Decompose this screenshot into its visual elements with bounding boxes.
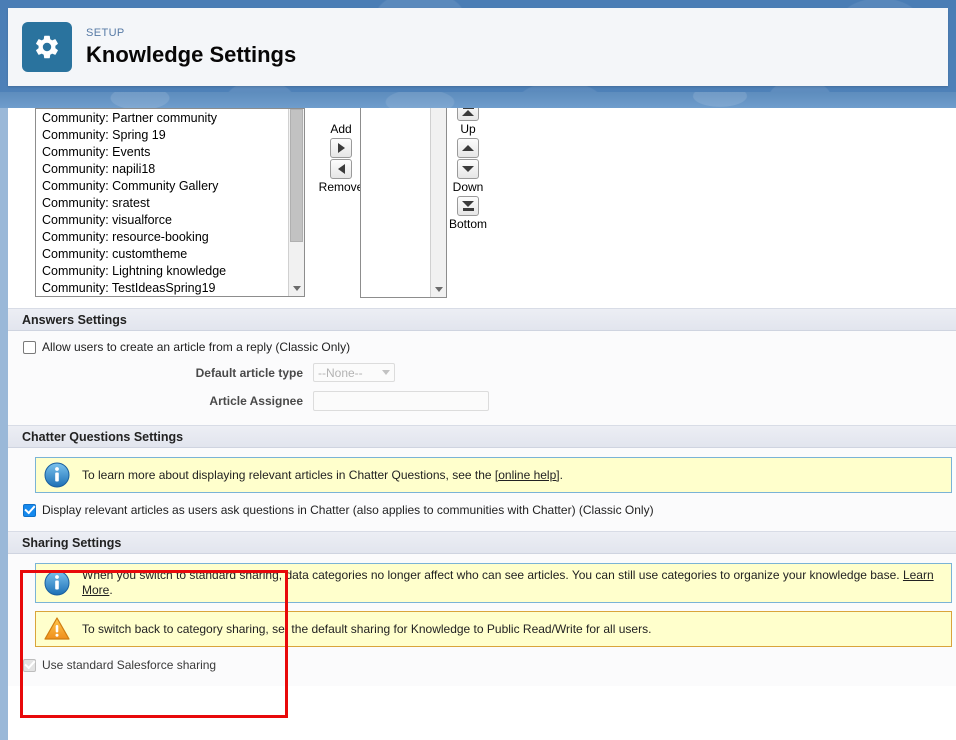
chatter-info-text-before: To learn more about displaying relevant … — [82, 467, 495, 482]
allow-article-from-reply-label: Allow users to create an article from a … — [42, 340, 351, 354]
list-item[interactable]: Community: resource-booking — [38, 229, 288, 246]
arrow-right-icon — [337, 143, 345, 153]
list-item[interactable]: Community: Spring 19 — [38, 127, 288, 144]
page-title: Knowledge Settings — [86, 41, 297, 67]
move-to-top-icon — [462, 108, 474, 109]
answers-settings-section: Answers Settings Allow users to create a… — [8, 308, 956, 425]
list-item[interactable]: Community: Events — [38, 144, 288, 161]
add-button[interactable] — [330, 138, 352, 158]
available-communities-listbox[interactable]: Community: Partner community Community: S… — [35, 108, 305, 297]
up-label: Up — [460, 122, 476, 136]
sharing-info-text-before: When you switch to standard sharing, dat… — [82, 568, 903, 582]
allow-article-from-reply-checkbox[interactable] — [23, 340, 36, 354]
default-article-type-row: Default article type --None-- — [8, 363, 956, 382]
header-strip — [0, 92, 956, 108]
available-communities-items: Community: Partner community Community: S… — [36, 109, 288, 296]
sharing-info-banner: When you switch to standard sharing, dat… — [35, 563, 952, 603]
move-down-button[interactable] — [457, 159, 479, 179]
remove-button[interactable] — [330, 159, 352, 179]
chatter-questions-settings-body: To learn more about displaying relevant … — [8, 448, 956, 531]
article-assignee-input[interactable] — [313, 391, 489, 411]
list-item[interactable]: Community: napili18 — [38, 161, 288, 178]
info-icon — [44, 462, 70, 488]
setup-header: SETUP Knowledge Settings — [8, 8, 948, 86]
list-item[interactable]: Community: Lightning knowledge — [38, 263, 288, 280]
allow-article-from-reply-row[interactable]: Allow users to create an article from a … — [8, 340, 956, 354]
default-article-type-label: Default article type — [195, 365, 303, 380]
scroll-down-arrow-icon[interactable] — [431, 282, 446, 297]
chevron-down-icon — [382, 370, 390, 375]
move-to-top-button[interactable] — [457, 108, 479, 121]
list-item[interactable]: Community: sratest — [38, 195, 288, 212]
article-assignee-row: Article Assignee — [8, 391, 956, 411]
display-relevant-articles-row[interactable]: Display relevant articles as users ask q… — [8, 503, 956, 517]
answers-settings-body: Allow users to create an article from a … — [8, 331, 956, 425]
scroll-down-arrow-icon[interactable] — [289, 281, 304, 296]
list-item[interactable]: Community: Partner community — [38, 110, 288, 127]
display-relevant-articles-checkbox[interactable] — [23, 503, 36, 517]
setup-eyebrow: SETUP — [86, 27, 125, 40]
move-down-icon — [462, 166, 474, 172]
gear-icon — [22, 22, 72, 72]
available-list-scrollbar[interactable] — [288, 109, 304, 296]
sharing-info-banner-text: When you switch to standard sharing, dat… — [82, 568, 943, 598]
info-icon — [44, 570, 70, 596]
move-up-button[interactable] — [457, 138, 479, 158]
chatter-info-banner-text: To learn more about displaying relevant … — [82, 468, 563, 483]
settings-content: Community: Partner community Community: S… — [8, 108, 956, 740]
reorder-controls: Up Down Bottom — [440, 108, 496, 232]
chatter-info-text-after: . — [559, 467, 563, 482]
use-standard-sharing-checkbox[interactable] — [23, 658, 36, 672]
community-picker: Community: Partner community Community: S… — [8, 108, 956, 308]
move-up-icon — [462, 145, 474, 151]
down-label: Down — [452, 180, 484, 194]
default-article-type-select[interactable]: --None-- — [313, 363, 395, 382]
left-rail — [0, 108, 8, 740]
list-item[interactable]: Community: visualforce — [38, 212, 288, 229]
list-item[interactable]: Community: customtheme — [38, 246, 288, 263]
sharing-warning-banner: To switch back to category sharing, set … — [35, 611, 952, 647]
sharing-info-text-after: . — [109, 583, 113, 597]
use-standard-sharing-label: Use standard Salesforce sharing — [42, 658, 217, 672]
arrow-left-icon — [337, 164, 345, 174]
selected-communities-items — [361, 108, 430, 297]
warning-icon — [44, 616, 70, 642]
answers-settings-header: Answers Settings — [8, 308, 956, 331]
chatter-questions-settings-section: Chatter Questions Settings To learn more… — [8, 425, 956, 531]
scrollbar-thumb[interactable] — [290, 109, 303, 242]
sharing-settings-section: Sharing Settings When you switch to stan… — [8, 531, 956, 686]
article-assignee-label: Article Assignee — [209, 394, 303, 408]
chatter-questions-settings-header: Chatter Questions Settings — [8, 425, 956, 448]
list-item[interactable]: Community: Community Gallery — [38, 178, 288, 195]
default-article-type-value: --None-- — [318, 365, 363, 380]
move-to-bottom-button[interactable] — [457, 196, 479, 216]
chatter-info-banner: To learn more about displaying relevant … — [35, 457, 952, 493]
online-help-link[interactable]: [online help] — [495, 468, 560, 482]
list-item[interactable]: Community: TestIdeasSpring19 — [38, 280, 288, 296]
display-relevant-articles-label: Display relevant articles as users ask q… — [42, 503, 654, 517]
bottom-label: Bottom — [448, 217, 487, 231]
sharing-warning-banner-text: To switch back to category sharing, set … — [82, 621, 652, 636]
sharing-settings-header: Sharing Settings — [8, 531, 956, 554]
move-to-bottom-icon — [462, 201, 474, 207]
selected-communities-listbox[interactable] — [360, 108, 447, 298]
use-standard-sharing-row[interactable]: Use standard Salesforce sharing — [8, 658, 956, 672]
sharing-settings-body: When you switch to standard sharing, dat… — [8, 554, 956, 686]
